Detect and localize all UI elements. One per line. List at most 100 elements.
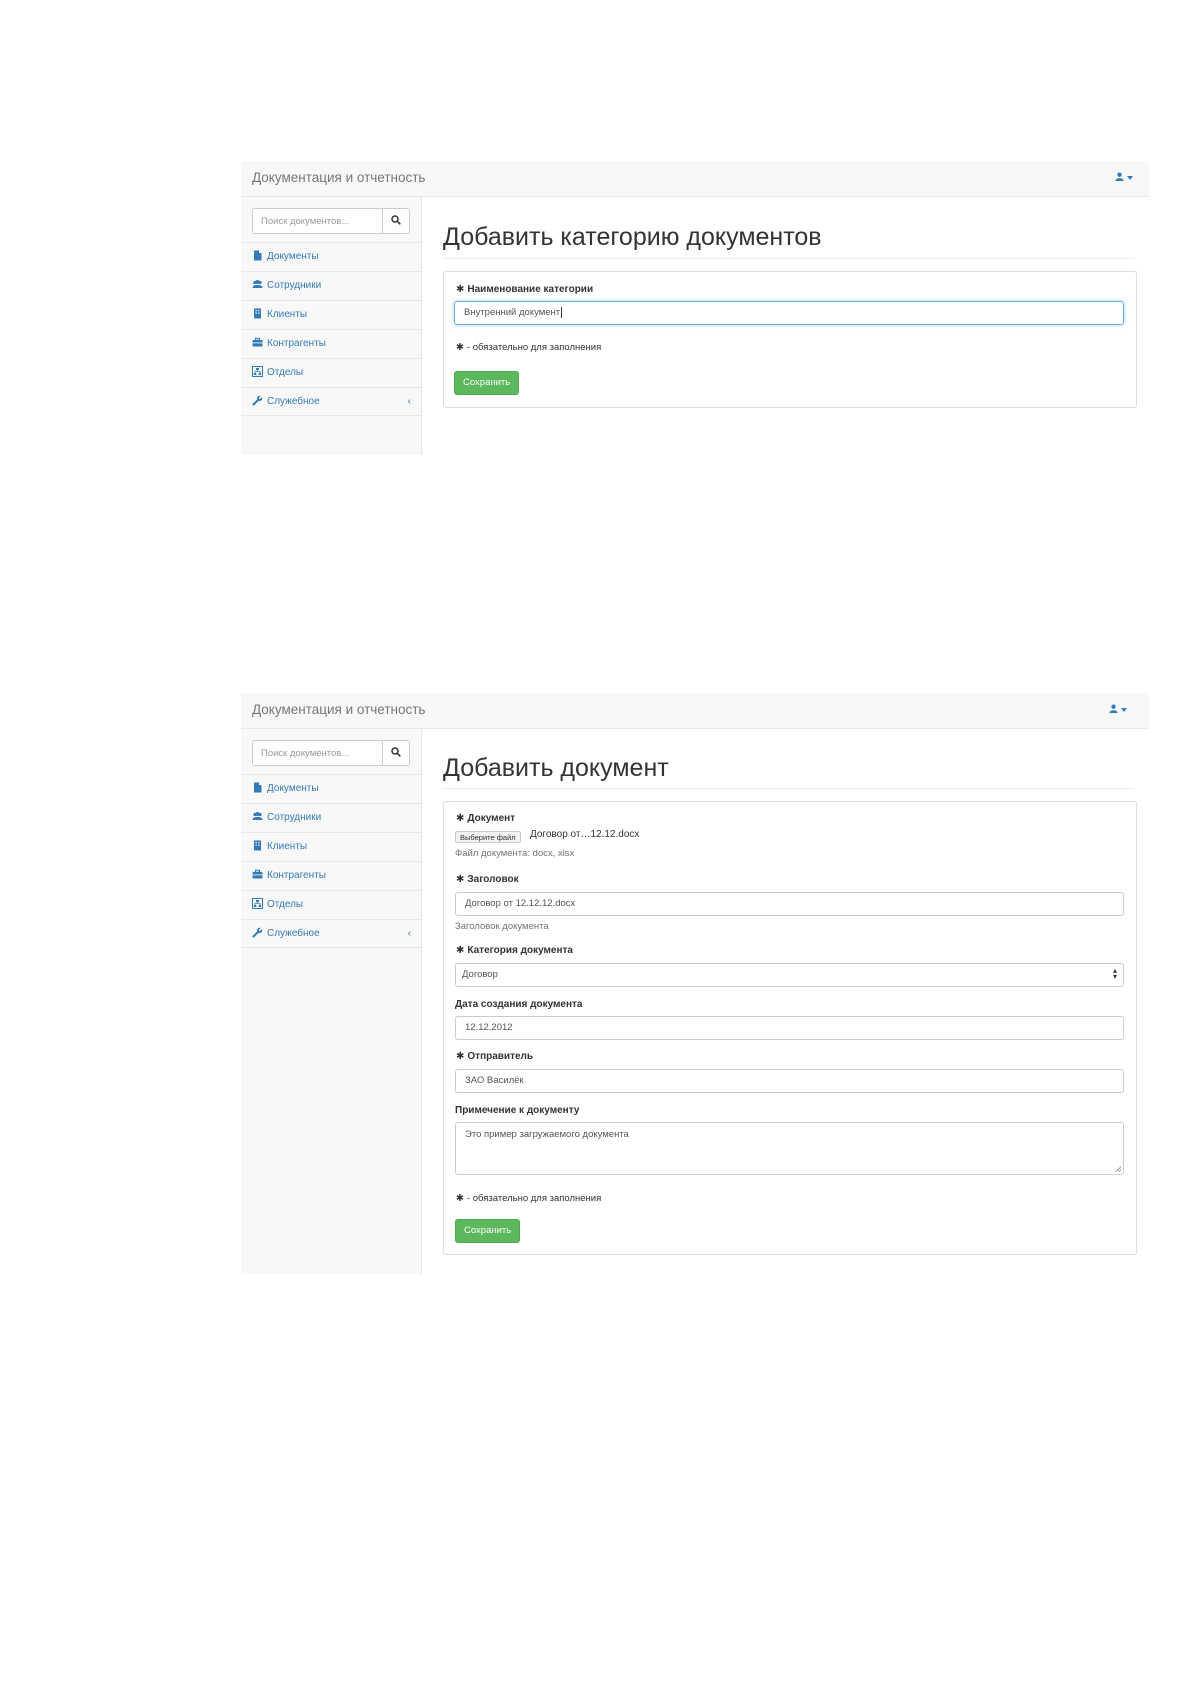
- top-navbar: Документация и отчетность: [241, 693, 1149, 729]
- sitemap-icon: [252, 897, 263, 909]
- save-button[interactable]: Сохранить: [454, 371, 520, 395]
- select-arrows-icon: ▴ ▾: [1112, 966, 1117, 981]
- form-panel: ✱ Документ Выберите файл Договор от…12.12…: [443, 801, 1137, 1255]
- search-button[interactable]: [382, 209, 409, 233]
- sidebar-menu: Документы Сотрудники Клиенты Контрагенты…: [241, 774, 421, 948]
- required-note: ✱ - обязательно для заполнения: [456, 1193, 602, 1204]
- user-menu[interactable]: [1115, 172, 1133, 184]
- document-label: ✱ Документ: [456, 813, 516, 824]
- brand-title[interactable]: Документация и отчетность: [252, 702, 425, 717]
- heading-input[interactable]: Договор от 12.12.12.docx: [455, 892, 1124, 916]
- sidebar-item-service[interactable]: Служебное ‹: [241, 387, 421, 416]
- search-input[interactable]: [253, 741, 373, 765]
- required-star-icon: ✱: [456, 342, 464, 353]
- required-star-icon: ✱: [456, 813, 465, 824]
- resize-handle[interactable]: [1115, 1166, 1121, 1172]
- date-input[interactable]: 12.12.2012: [455, 1016, 1124, 1040]
- sidebar-menu: Документы Сотрудники Клиенты Контрагенты…: [241, 242, 421, 416]
- building-icon: [254, 308, 261, 319]
- sidebar-item-label: Контрагенты: [267, 870, 326, 881]
- caret-down-icon: [1127, 176, 1133, 181]
- sidebar-item-documents[interactable]: Документы: [241, 242, 421, 271]
- file-icon: [254, 250, 262, 261]
- sidebar-item-label: Клиенты: [267, 841, 308, 852]
- screenshot-add-category: Документация и отчетность Документы Сотр…: [241, 161, 1149, 455]
- user-icon: [1115, 172, 1124, 181]
- sidebar-item-label: Отделы: [267, 367, 304, 378]
- sidebar: Документы Сотрудники Клиенты Контрагенты…: [241, 197, 422, 455]
- required-star-icon: ✱: [456, 1193, 464, 1204]
- sidebar-item-contractors[interactable]: Контрагенты: [241, 329, 421, 358]
- sidebar-item-documents[interactable]: Документы: [241, 774, 421, 803]
- category-name-input[interactable]: Внутренний документ: [454, 301, 1124, 325]
- page-title: Добавить документ: [443, 754, 669, 782]
- chevron-left-icon[interactable]: ‹: [408, 388, 411, 416]
- required-note: ✱ - обязательно для заполнения: [456, 342, 602, 353]
- wrench-icon: [252, 395, 263, 406]
- sidebar-item-label: Контрагенты: [267, 338, 326, 349]
- briefcase-icon: [252, 869, 263, 879]
- category-select[interactable]: Договор ▴ ▾: [455, 963, 1124, 987]
- top-navbar: Документация и отчетность: [241, 161, 1149, 197]
- file-help: Файл документа: docx, xlsx: [455, 848, 575, 859]
- note-label: Примечение к документу: [455, 1105, 580, 1116]
- required-star-icon: ✱: [456, 945, 465, 956]
- title-divider: [443, 788, 1134, 789]
- sidebar-item-label: Сотрудники: [267, 812, 322, 823]
- page-title: Добавить категорию документов: [443, 223, 822, 251]
- date-label: Дата создания документа: [455, 999, 583, 1010]
- required-star-icon: ✱: [456, 1051, 465, 1062]
- sidebar-item-employees[interactable]: Сотрудники: [241, 271, 421, 300]
- search-button[interactable]: [382, 741, 409, 765]
- brand-title[interactable]: Документация и отчетность: [252, 170, 425, 185]
- users-icon: [252, 811, 263, 820]
- note-textarea[interactable]: Это пример загружаемого документа: [455, 1122, 1124, 1175]
- search-icon: [391, 215, 401, 225]
- sidebar-item-label: Отделы: [267, 899, 304, 910]
- selected-file-name: Договор от…12.12.docx: [530, 829, 640, 840]
- sender-input[interactable]: ЗАО Василёк: [455, 1069, 1124, 1093]
- sidebar-item-clients[interactable]: Клиенты: [241, 832, 421, 861]
- sitemap-icon: [252, 365, 263, 377]
- heading-help: Заголовок документа: [455, 921, 549, 932]
- sidebar-item-label: Сотрудники: [267, 280, 322, 291]
- category-label: ✱ Категория документа: [456, 945, 573, 956]
- form-panel: ✱ Наименование категории Внутренний докум…: [443, 271, 1137, 408]
- sidebar-item-employees[interactable]: Сотрудники: [241, 803, 421, 832]
- search-group: [252, 208, 410, 234]
- search-icon: [391, 747, 401, 757]
- required-star-icon: ✱: [456, 874, 465, 885]
- sidebar-item-label: Документы: [267, 783, 319, 794]
- sidebar-item-contractors[interactable]: Контрагенты: [241, 861, 421, 890]
- sidebar-item-label: Служебное: [267, 928, 320, 939]
- main-content: Добавить категорию документов ✱ Наименова…: [421, 197, 1149, 455]
- choose-file-button[interactable]: Выберите файл: [455, 831, 521, 843]
- sidebar-item-label: Клиенты: [267, 309, 308, 320]
- sidebar-item-clients[interactable]: Клиенты: [241, 300, 421, 329]
- text-cursor: [561, 307, 563, 318]
- search-input[interactable]: [253, 209, 373, 233]
- save-button[interactable]: Сохранить: [455, 1219, 521, 1243]
- sidebar-item-departments[interactable]: Отделы: [241, 890, 421, 919]
- building-icon: [254, 840, 261, 851]
- title-divider: [443, 258, 1134, 259]
- user-icon: [1109, 704, 1118, 713]
- screenshot-add-document: Документация и отчетность Документы Сотр…: [241, 693, 1149, 1274]
- heading-label: ✱ Заголовок: [456, 874, 519, 885]
- chevron-left-icon[interactable]: ‹: [408, 920, 411, 948]
- sidebar-item-label: Служебное: [267, 396, 320, 407]
- file-icon: [254, 782, 262, 793]
- caret-down-icon: [1121, 708, 1127, 713]
- category-name-label: ✱ Наименование категории: [456, 284, 594, 295]
- sidebar-item-label: Документы: [267, 251, 319, 262]
- sidebar-item-service[interactable]: Служебное ‹: [241, 919, 421, 948]
- required-star-icon: ✱: [456, 284, 465, 295]
- user-menu[interactable]: [1109, 704, 1127, 716]
- wrench-icon: [252, 927, 263, 938]
- users-icon: [252, 279, 263, 288]
- main-content: Добавить документ ✱ Документ Выберите фай…: [421, 729, 1149, 1274]
- sender-label: ✱ Отправитель: [456, 1051, 534, 1062]
- sidebar: Документы Сотрудники Клиенты Контрагенты…: [241, 729, 422, 1274]
- search-group: [252, 740, 410, 766]
- sidebar-item-departments[interactable]: Отделы: [241, 358, 421, 387]
